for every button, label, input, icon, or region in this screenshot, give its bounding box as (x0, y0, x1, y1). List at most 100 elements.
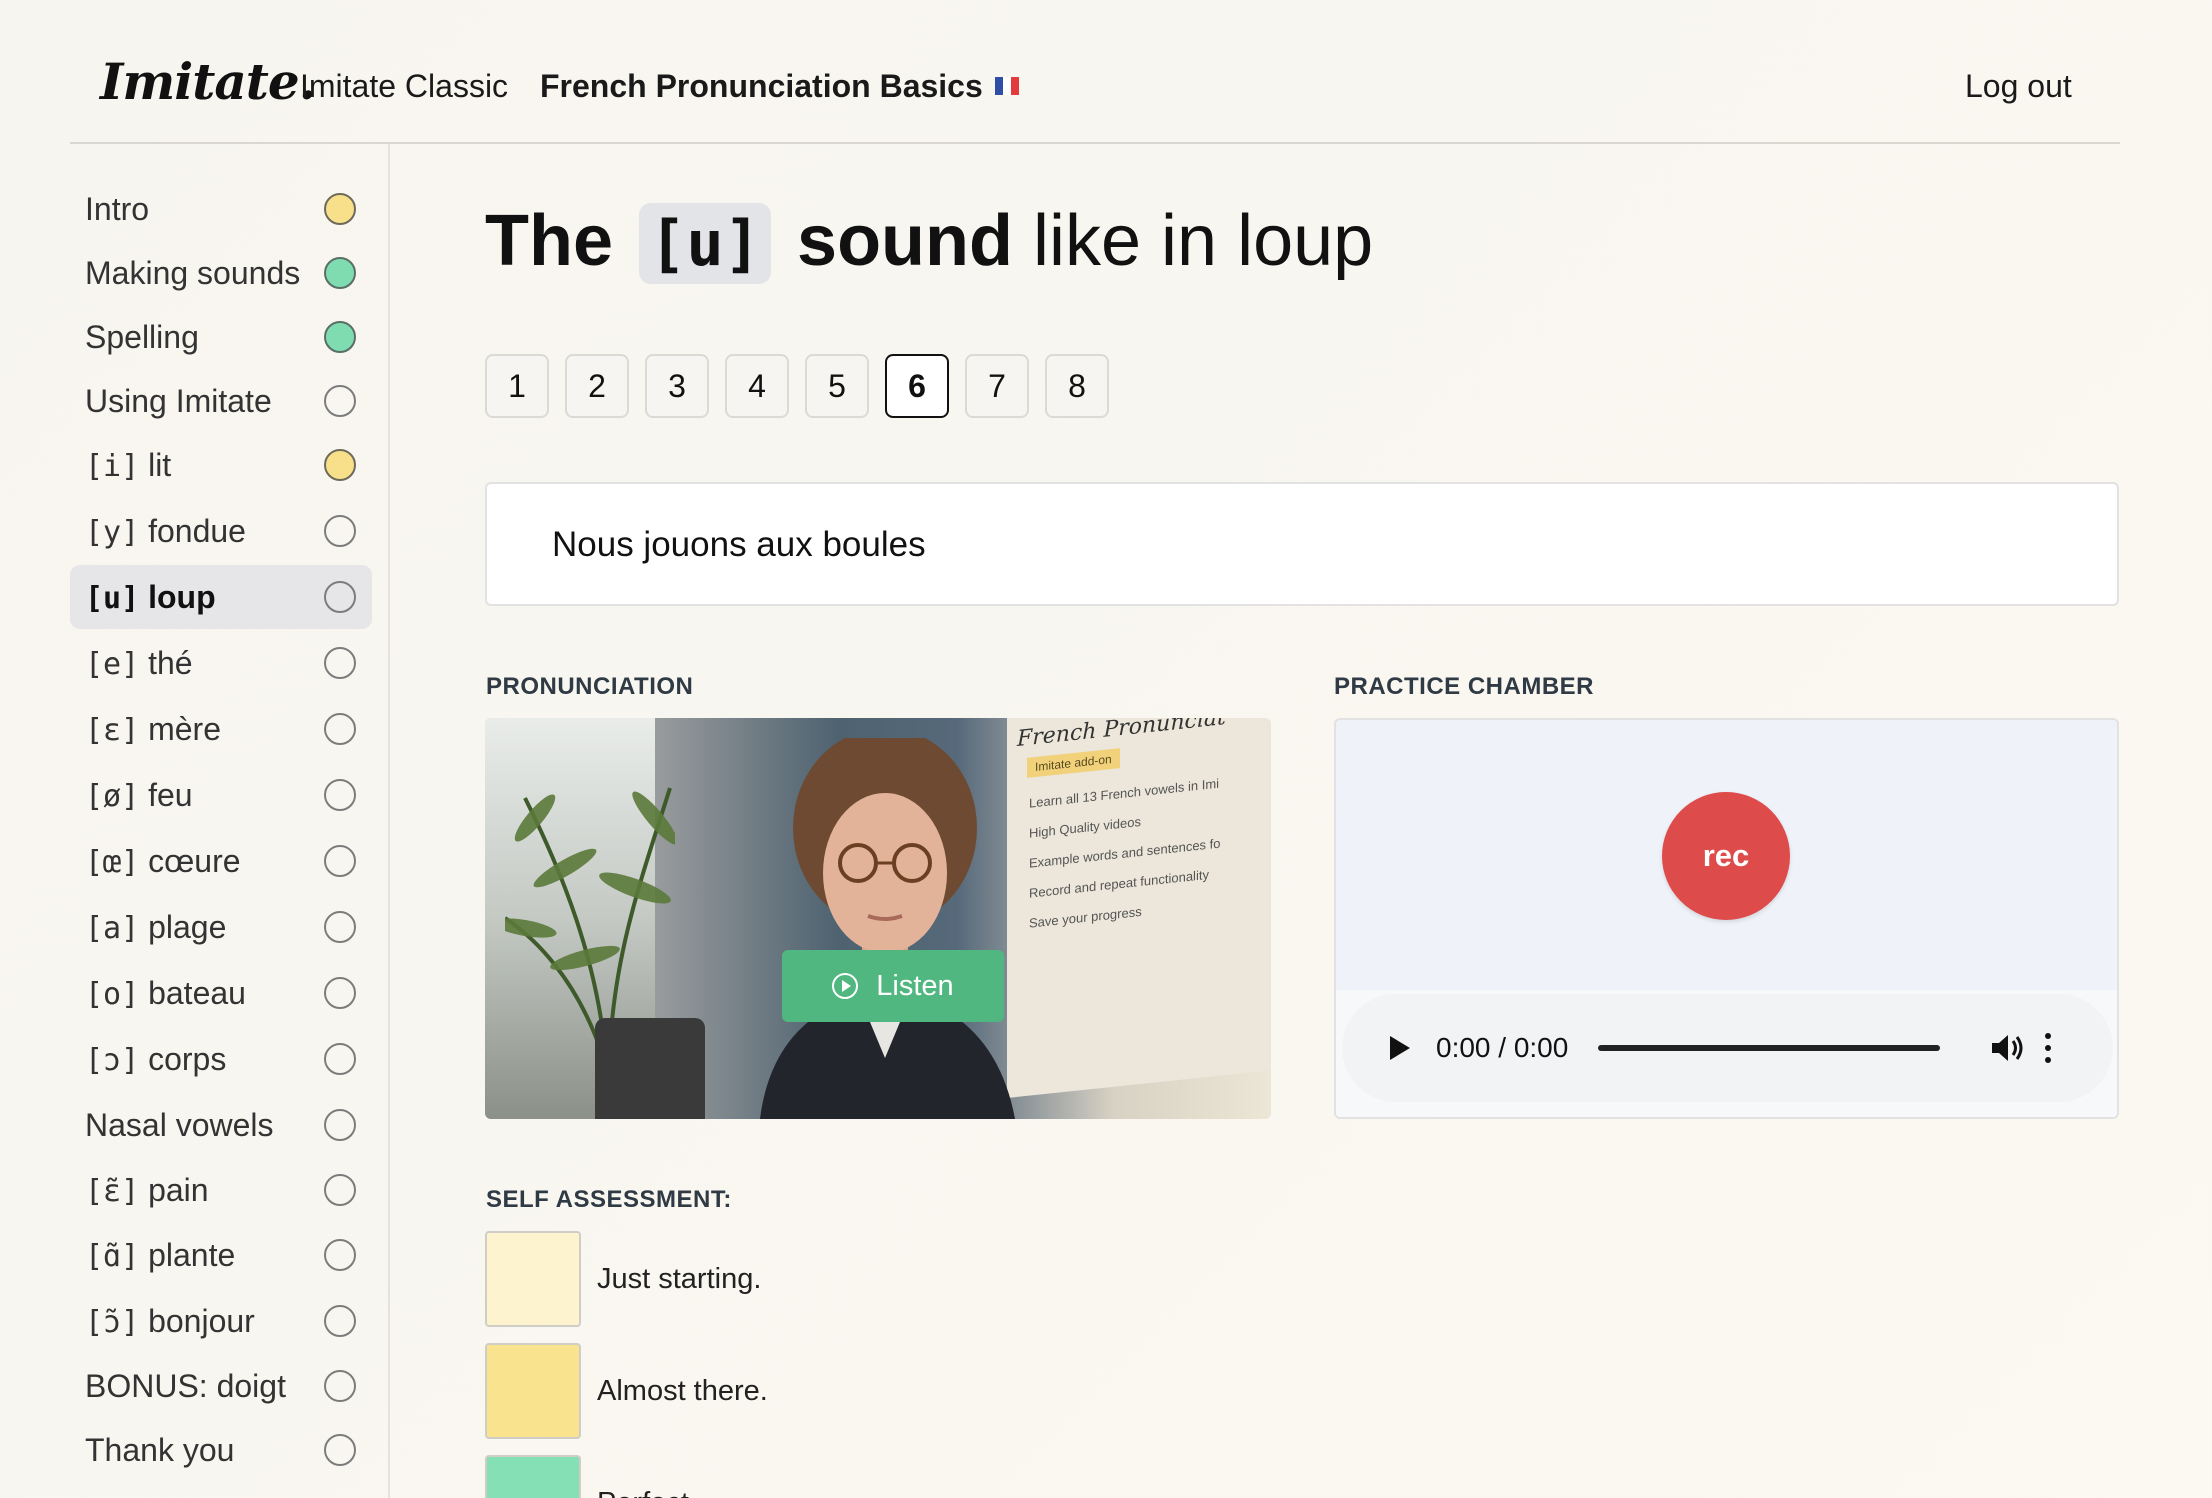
sidebar-item[interactable]: [o] bateau (70, 961, 372, 1025)
sidebar-item[interactable]: [e] thé (70, 631, 372, 695)
page-title: The [u] sound like in loup (485, 200, 1374, 284)
progress-status-icon (324, 1370, 356, 1402)
sidebar-item[interactable]: Intro (70, 177, 372, 241)
sidebar-item-ipa: [i] (85, 448, 140, 484)
assessment-swatch[interactable] (485, 1231, 581, 1327)
pronunciation-video[interactable]: French Pronunciat Imitate add-on Learn a… (485, 718, 1271, 1119)
sidebar-item[interactable]: [y] fondue (70, 499, 372, 563)
sidebar-item[interactable]: [ɑ̃] plante (70, 1223, 372, 1287)
assessment-option[interactable]: Perfect. (485, 1455, 1085, 1498)
assessment-option[interactable]: Almost there. (485, 1343, 1085, 1441)
volume-icon[interactable] (1990, 1032, 2026, 1064)
sidebar-item-ipa: [a] (85, 910, 140, 946)
sidebar-item[interactable]: [œ] cœure (70, 829, 372, 893)
sidebar-item[interactable]: BONUS: doigt (70, 1354, 372, 1418)
sidebar-item-text: bateau (148, 974, 246, 1011)
progress-status-icon (324, 581, 356, 613)
sidebar-item-label: [œ] cœure (85, 843, 241, 880)
step-button[interactable]: 5 (805, 354, 869, 418)
sidebar-item-label: [u] loup (85, 579, 216, 616)
step-button[interactable]: 4 (725, 354, 789, 418)
course-title: French Pronunciation Basics (540, 68, 983, 104)
video-poster: French Pronunciat Imitate add-on Learn a… (1007, 718, 1271, 1098)
progress-status-icon (324, 845, 356, 877)
poster-line: Record and repeat functionality (1029, 866, 1209, 901)
logout-link[interactable]: Log out (1965, 68, 2072, 105)
sidebar-item-text: Thank you (85, 1431, 235, 1468)
sidebar-item-ipa: [o] (85, 976, 140, 1012)
app-logo[interactable]: Imitate. (100, 52, 316, 111)
progress-status-icon (324, 779, 356, 811)
practice-sentence: Nous jouons aux boules (552, 525, 926, 564)
sidebar-item-text: plage (148, 908, 227, 945)
step-button[interactable]: 2 (565, 354, 629, 418)
sidebar-item-ipa: [e] (85, 646, 140, 682)
progress-status-icon (324, 647, 356, 679)
sidebar-item-text: fondue (148, 512, 246, 549)
record-button[interactable]: rec (1662, 792, 1790, 920)
assessment-swatch[interactable] (485, 1343, 581, 1439)
sidebar-item-label: [o] bateau (85, 975, 246, 1012)
title-example: like in loup (1033, 201, 1374, 281)
nav-imitate-classic[interactable]: Imitate Classic (300, 68, 508, 105)
sidebar-item-label: [ɑ̃] plante (85, 1237, 235, 1274)
sidebar-item-text: corps (148, 1040, 227, 1077)
progress-status-icon (324, 449, 356, 481)
step-button[interactable]: 3 (645, 354, 709, 418)
plant-illustration (505, 787, 675, 1048)
sidebar-item[interactable]: [ɛ] mère (70, 697, 372, 761)
sidebar-item[interactable]: Making sounds (70, 241, 372, 305)
assessment-swatch[interactable] (485, 1455, 581, 1498)
sidebar-item-label: Spelling (85, 319, 199, 356)
assessment-option[interactable]: Just starting. (485, 1231, 1085, 1329)
progress-status-icon (324, 515, 356, 547)
self-assessment-heading: SELF ASSESSMENT: (486, 1186, 732, 1213)
listen-label: Listen (876, 969, 954, 1002)
play-icon[interactable] (1390, 1036, 1410, 1060)
sidebar-item-text: cœure (148, 842, 241, 879)
sidebar-item[interactable]: Nasal vowels (70, 1093, 372, 1157)
sidebar-item[interactable]: [i] lit (70, 433, 372, 497)
sidebar-item-ipa: [œ] (85, 844, 140, 880)
sidebar-item-text: Making sounds (85, 254, 301, 291)
sidebar-item[interactable]: Spelling (70, 305, 372, 369)
sidebar-item[interactable]: [ɛ̃] pain (70, 1158, 372, 1222)
step-button[interactable]: 1 (485, 354, 549, 418)
step-button[interactable]: 7 (965, 354, 1029, 418)
progress-status-icon (324, 1174, 356, 1206)
sidebar-item[interactable]: [u] loup (70, 565, 372, 629)
sidebar-item-label: Thank you (85, 1432, 234, 1469)
sidebar-item-label: [ø] feu (85, 777, 193, 814)
progress-status-icon (324, 385, 356, 417)
nav-current-course[interactable]: French Pronunciation Basics (540, 68, 1019, 105)
practice-chamber: rec 0:00 / 0:00 (1334, 718, 2119, 1119)
step-button[interactable]: 6 (885, 354, 949, 418)
plant-pot (595, 1018, 705, 1119)
progress-status-icon (324, 713, 356, 745)
assessment-label: Perfect. (597, 1487, 697, 1498)
sidebar-item-text: Nasal vowels (85, 1106, 274, 1143)
sidebar-item[interactable]: [ɔ̃] bonjour (70, 1289, 372, 1353)
sidebar-item-text: feu (148, 776, 193, 813)
sidebar-item[interactable]: Using Imitate (70, 369, 372, 433)
pronunciation-heading: PRONUNCIATION (486, 673, 694, 700)
progress-status-icon (324, 1434, 356, 1466)
sidebar-item[interactable]: [ø] feu (70, 763, 372, 827)
sidebar-item[interactable]: Thank you (70, 1418, 372, 1482)
sidebar-item-text: plante (148, 1236, 236, 1273)
sidebar-item-text: Spelling (85, 318, 199, 355)
sidebar-item-text: Intro (85, 190, 150, 227)
sidebar-item-text: Using Imitate (85, 382, 272, 419)
sidebar-item-text: lit (148, 446, 172, 483)
listen-button[interactable]: Listen (782, 950, 1004, 1022)
sidebar-item[interactable]: [ɔ] corps (70, 1027, 372, 1091)
step-button[interactable]: 8 (1045, 354, 1109, 418)
sidebar-item[interactable]: [a] plage (70, 895, 372, 959)
sidebar-item-label: Making sounds (85, 255, 300, 292)
audio-seek-bar[interactable] (1598, 1045, 1940, 1051)
sidebar-item-text: thé (148, 644, 193, 681)
progress-status-icon (324, 193, 356, 225)
sidebar-item-ipa: [u] (85, 580, 140, 616)
more-options-icon[interactable] (2042, 1030, 2054, 1066)
lesson-sidebar: Intro Making sounds Spelling Using Imitate [… (70, 144, 390, 1498)
